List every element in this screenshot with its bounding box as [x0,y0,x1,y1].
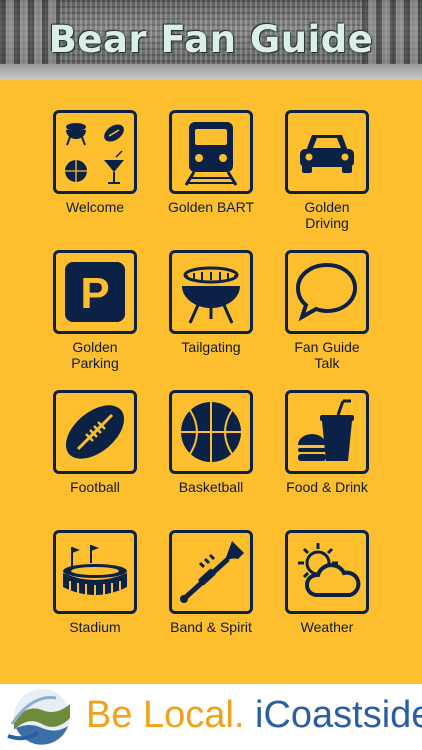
tile-golden-driving[interactable]: Golden Driving [272,110,382,231]
tile-fan-guide-talk[interactable]: Fan Guide Talk [272,250,382,371]
coastside-logo-icon [7,689,70,745]
tile-football[interactable]: Football [40,390,150,495]
speech-bubble-icon [285,250,369,334]
header-banner: Bear Fan Guide [0,0,422,80]
trumpet-icon [169,530,253,614]
tile-basketball[interactable]: Basketball [156,390,266,495]
parking-icon: P [53,250,137,334]
tile-label: Basketball [178,479,244,495]
tile-golden-bart[interactable]: Golden BART [156,110,266,215]
tile-label: Golden BART [167,199,255,215]
brand-icoastside: iCoastside [255,694,422,736]
football-icon [53,390,137,474]
tile-label: Tailgating [181,339,241,355]
grill-icon [169,250,253,334]
tile-weather[interactable]: Weather [272,530,382,635]
burger-drink-icon [285,390,369,474]
tile-label: Band & Spirit [170,619,252,635]
svg-text:P: P [80,269,109,318]
basketball-icon [169,390,253,474]
sponsor-brand: Be Local. iCoastside [86,692,422,738]
train-icon [169,110,253,194]
tile-label: Weather [300,619,354,635]
stadium-field [0,64,422,80]
brand-be-local: Be Local. [86,694,245,736]
tile-stadium[interactable]: Stadium [40,530,150,635]
tile-band-and-spirit[interactable]: Band & Spirit [156,530,266,635]
tile-label: Stadium [69,619,121,635]
sponsor-footer[interactable]: Be Local. iCoastside [0,684,422,750]
weather-icon [285,530,369,614]
tile-welcome[interactable]: Welcome [40,110,150,215]
tile-food-and-drink[interactable]: Food & Drink [272,390,382,495]
car-icon [285,110,369,194]
welcome-collage-icon [53,110,137,194]
tile-label: Welcome [65,199,125,215]
tile-golden-parking[interactable]: P Golden Parking [40,250,150,371]
tile-label: Golden Driving [304,199,350,231]
tile-label: Golden Parking [71,339,119,371]
menu-grid: Welcome Golden BART Golden Driving P Gol… [0,80,422,684]
tile-label: Football [70,479,120,495]
stadium-icon [53,530,137,614]
tile-tailgating[interactable]: Tailgating [156,250,266,355]
app-title: Bear Fan Guide [48,18,374,61]
tile-label: Fan Guide Talk [294,339,360,371]
tile-label: Food & Drink [286,479,368,495]
